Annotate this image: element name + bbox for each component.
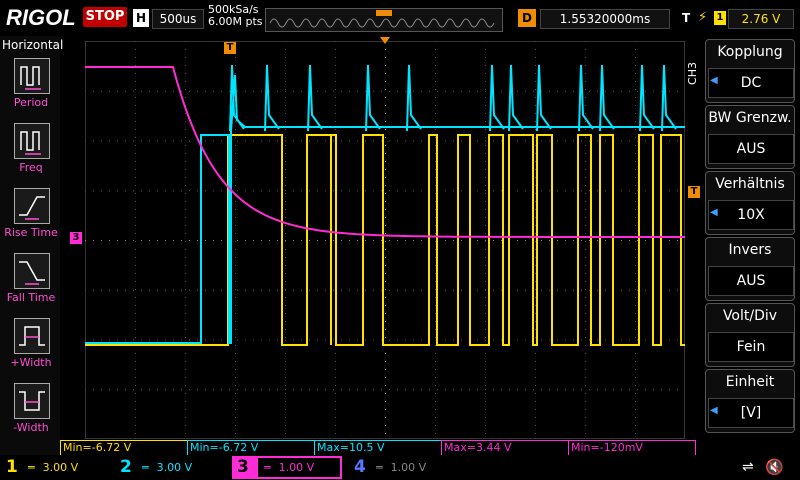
ch1-scale-box[interactable]: ═ 3.00 V [22, 458, 112, 478]
volt-div-button[interactable]: Volt/Div Fein [705, 303, 795, 367]
freq-icon [14, 123, 50, 159]
trigger-source: 1 [714, 11, 726, 25]
volt-div-title: Volt/Div [722, 308, 778, 324]
measurement-ch1-min[interactable]: Min=-6.72 V [60, 440, 188, 456]
bw-limit-button[interactable]: BW Grenzw. AUS [705, 105, 795, 169]
fall-time-icon [14, 253, 50, 289]
probe-ratio-title: Verhältnis [715, 176, 785, 192]
rise-time-icon [14, 188, 50, 224]
measure-rise-time-label: Rise Time [4, 226, 58, 239]
select-arrow-icon: ◀ [710, 405, 718, 416]
memory-overview-window[interactable] [265, 8, 503, 32]
measurement-ch2-min[interactable]: Min=-6.72 V [187, 440, 315, 456]
memory-depth: 6.00M pts [208, 15, 263, 28]
measure-freq-label: Freq [19, 161, 43, 174]
trigger-level-value[interactable]: 2.76 V [728, 9, 794, 29]
measure-pos-width-label: +Width [10, 356, 52, 369]
ch2-number[interactable]: 2 [120, 456, 132, 478]
volt-div-value: Fein [708, 332, 794, 362]
coupling-button[interactable]: Kopplung DC ◀ [705, 39, 795, 103]
measure-neg-width-item[interactable]: -Width [2, 383, 60, 443]
memory-waveform-icon [269, 10, 495, 28]
horizontal-badge: H [133, 9, 149, 27]
rising-edge-icon: ⚡ [698, 10, 708, 25]
ch2-scale-box[interactable]: ═ 3.00 V [136, 458, 226, 478]
neg-width-icon [14, 383, 50, 419]
measure-freq-item[interactable]: Freq [2, 123, 60, 183]
measure-period-label: Period [13, 96, 49, 109]
pos-width-icon [14, 318, 50, 354]
measure-period-item[interactable]: Period [2, 58, 60, 118]
measure-fall-time-label: Fall Time [6, 291, 56, 304]
invert-button[interactable]: Invers AUS [705, 237, 795, 301]
dc-coupling-icon: ═ [28, 461, 35, 474]
left-menu-title: Horizontal [2, 38, 64, 52]
ch1-scale: 3.00 V [42, 461, 79, 474]
unit-button[interactable]: Einheit [V] ◀ [705, 369, 795, 433]
invert-title: Invers [728, 242, 772, 258]
trigger-level-marker[interactable]: T [688, 186, 700, 198]
measure-neg-width-label: -Width [13, 421, 49, 434]
unit-title: Einheit [725, 374, 775, 390]
waveform-display[interactable] [85, 41, 685, 439]
ch4-scale-box[interactable]: ═ 1.00 V [370, 458, 460, 478]
delay-badge: D [518, 9, 536, 27]
menu-channel-tag: CH3 [686, 62, 699, 85]
ch4-number[interactable]: 4 [354, 456, 366, 478]
probe-ratio-button[interactable]: Verhältnis 10X ◀ [705, 171, 795, 235]
bw-limit-value: AUS [708, 134, 794, 164]
center-marker [380, 37, 390, 44]
period-icon [14, 58, 50, 94]
dc-coupling-icon: ═ [264, 461, 271, 474]
measurement-ch2-max[interactable]: Max=10.5 V [314, 440, 442, 456]
acquisition-info: 500kSa/s 6.00M pts [208, 4, 263, 28]
measurement-ch3-max[interactable]: Max=3.44 V [441, 440, 569, 456]
select-arrow-icon: ◀ [710, 207, 718, 218]
unit-value: [V] [708, 398, 794, 428]
ch1-number[interactable]: 1 [6, 456, 18, 478]
timebase-value[interactable]: 500us [152, 9, 204, 29]
delay-value[interactable]: 1.55320000ms [540, 9, 670, 29]
coupling-value: DC [708, 68, 794, 98]
coupling-title: Kopplung [717, 44, 783, 60]
probe-ratio-value: 10X [708, 200, 794, 230]
dc-coupling-icon: ═ [376, 461, 383, 474]
trigger-position-marker[interactable]: T [224, 42, 236, 54]
measurement-ch3-min[interactable]: Min=-120mV [568, 440, 696, 456]
usb-icon: ⇌ [742, 459, 754, 475]
ch3-number[interactable]: 3 [237, 456, 249, 478]
measure-rise-time-item[interactable]: Rise Time [2, 188, 60, 248]
speaker-muted-icon[interactable]: 🔇 [765, 458, 784, 476]
ch3-scale: 1.00 V [278, 461, 315, 474]
run-stop-indicator[interactable]: STOP [83, 7, 127, 27]
trigger-badge: T [682, 11, 691, 25]
invert-value: AUS [708, 266, 794, 296]
ch2-scale: 3.00 V [156, 461, 193, 474]
measure-fall-time-item[interactable]: Fall Time [2, 253, 60, 313]
brand-logo: RIGOL [6, 5, 76, 30]
dc-coupling-icon: ═ [142, 461, 149, 474]
bw-limit-title: BW Grenzw. [708, 110, 792, 126]
ch4-scale: 1.00 V [390, 461, 427, 474]
ch3-ground-marker[interactable]: 3 [70, 232, 82, 244]
measure-pos-width-item[interactable]: +Width [2, 318, 60, 378]
ch3-scale-box[interactable]: ═ 1.00 V [258, 458, 340, 477]
select-arrow-icon: ◀ [710, 75, 718, 86]
